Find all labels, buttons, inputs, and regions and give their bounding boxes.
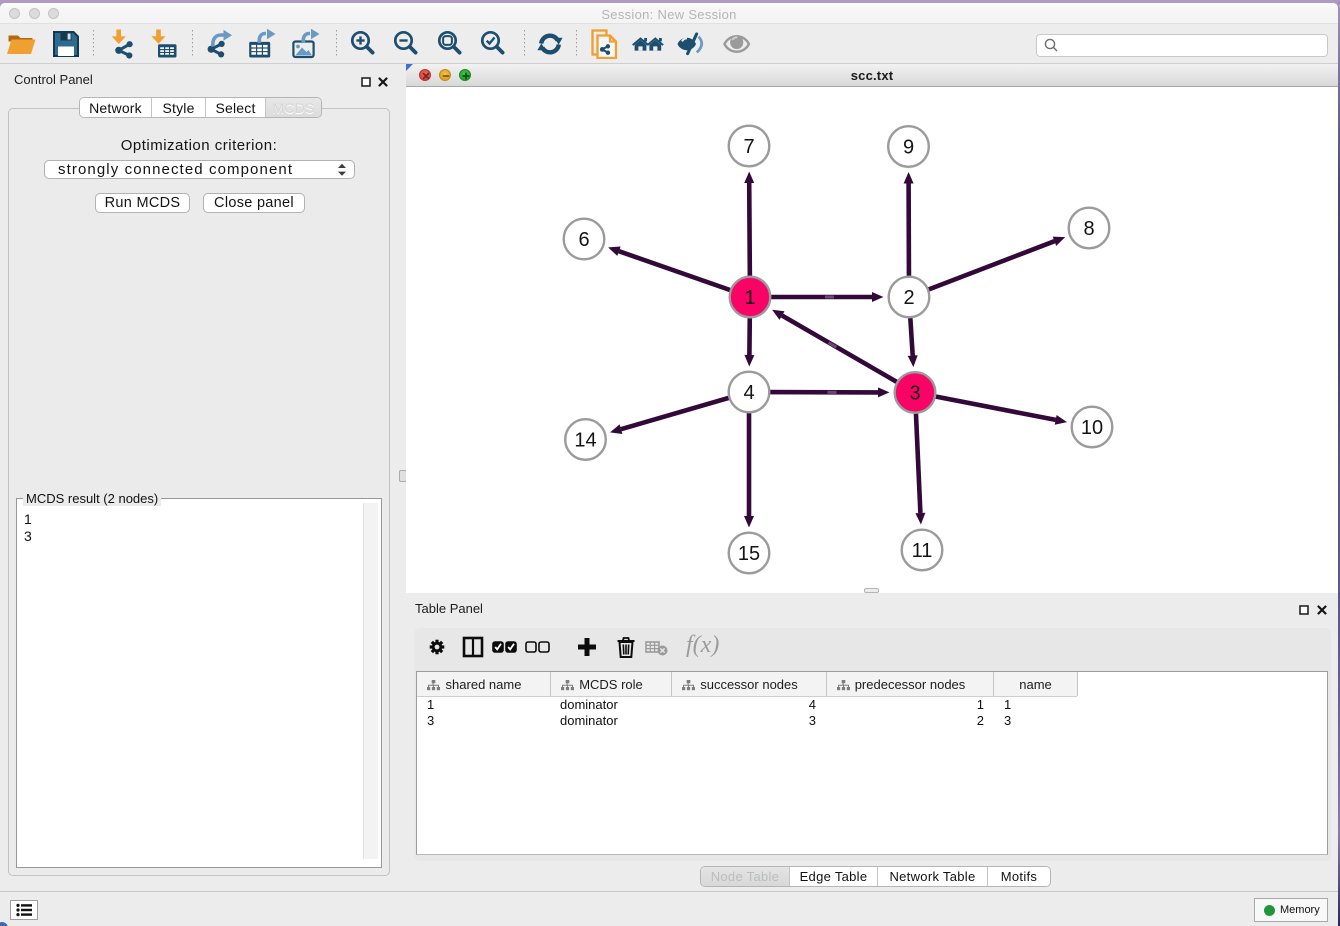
svg-text:6: 6 [578,229,589,251]
svg-text:15: 15 [738,543,760,565]
svg-text:1: 1 [744,287,755,309]
svg-text:11: 11 [912,540,933,562]
svg-text:4: 4 [743,382,754,404]
svg-text:14: 14 [574,430,596,452]
svg-text:3: 3 [909,383,920,405]
svg-text:9: 9 [903,137,914,159]
svg-text:8: 8 [1083,218,1094,240]
svg-text:7: 7 [743,136,754,158]
svg-text:2: 2 [903,287,914,309]
svg-text:10: 10 [1081,417,1103,439]
